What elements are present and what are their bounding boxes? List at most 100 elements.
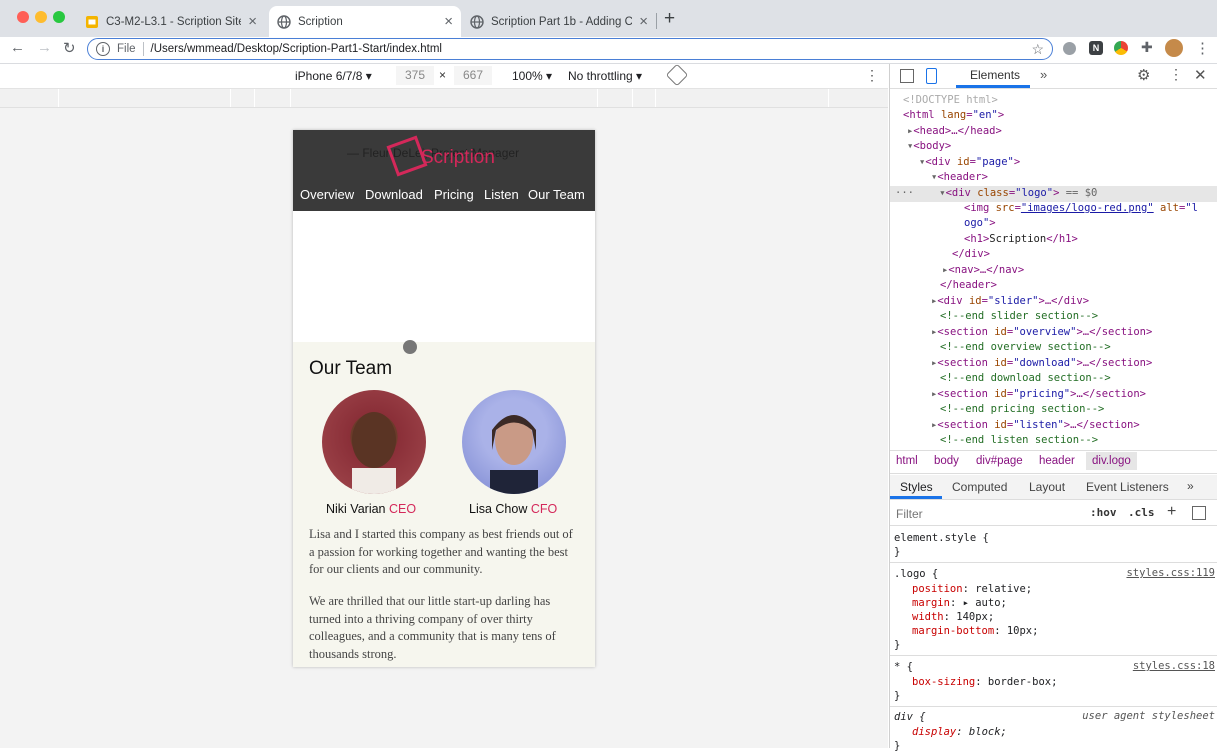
- breadcrumb-item-active[interactable]: div.logo: [1086, 452, 1137, 470]
- more-style-tabs-icon[interactable]: »: [1187, 479, 1194, 493]
- dom-node-listen[interactable]: ▸<section id="listen">…</section>: [890, 418, 1217, 434]
- forward-icon[interactable]: →: [37, 39, 52, 56]
- width-input[interactable]: 375: [396, 66, 434, 85]
- css-declaration[interactable]: margin-bottom: 10px;: [912, 624, 1038, 638]
- extension-grey-icon[interactable]: [1063, 42, 1076, 55]
- close-devtools-icon[interactable]: ✕: [1194, 66, 1207, 84]
- breadcrumb-item[interactable]: header: [1039, 455, 1075, 467]
- new-style-rule-icon[interactable]: +: [1167, 503, 1176, 521]
- member-name: Niki Varian: [326, 502, 386, 516]
- color-extension-icon[interactable]: [1114, 41, 1128, 55]
- device-toggle-icon[interactable]: [926, 68, 937, 84]
- dom-node-logo-selected[interactable]: ··· ▾<div class="logo"> == $0: [890, 186, 1217, 202]
- notion-extension-icon[interactable]: N: [1089, 41, 1103, 55]
- rotate-icon[interactable]: [665, 63, 689, 87]
- url-text[interactable]: /Users/wmmead/Desktop/Scription-Part1-St…: [151, 43, 442, 55]
- dom-node-nav[interactable]: ▸<nav>…</nav>: [890, 263, 1217, 279]
- dom-node-download[interactable]: ▸<section id="download">…</section>: [890, 356, 1217, 372]
- tab-styles[interactable]: Styles: [900, 480, 933, 494]
- css-declaration[interactable]: width: 140px;: [912, 610, 994, 624]
- address-bar[interactable]: i File /Users/wmmead/Desktop/Scription-P…: [87, 38, 1053, 60]
- rule-divider: [890, 706, 1217, 707]
- nav-our-team-link[interactable]: Our Team: [528, 187, 585, 202]
- dom-node-h1[interactable]: <h1>Scription</h1>: [890, 232, 1217, 248]
- profile-avatar[interactable]: [1165, 39, 1183, 57]
- back-icon[interactable]: ←: [10, 39, 25, 56]
- breadcrumb: html body div#page header div.logo: [890, 450, 1217, 474]
- close-tab-icon[interactable]: ×: [444, 14, 453, 29]
- zoom-select[interactable]: 100% ▾: [512, 69, 552, 83]
- media-query-ruler: [0, 89, 888, 108]
- tab-slides[interactable]: C3-M2-L3.1 - Scription Site - I ×: [77, 6, 265, 37]
- rule-selector[interactable]: * {: [894, 660, 913, 674]
- dom-node-pricing[interactable]: ▸<section id="pricing">…</section>: [890, 387, 1217, 403]
- device-select[interactable]: iPhone 6/7/8 ▾: [295, 69, 372, 83]
- active-tab-indicator: [956, 85, 1030, 88]
- breadcrumb-item[interactable]: body: [934, 455, 959, 467]
- zoom-window-button[interactable]: [53, 11, 65, 23]
- breadcrumb-item[interactable]: div#page: [976, 455, 1023, 467]
- times-sign: ×: [439, 68, 447, 82]
- rule-source-link[interactable]: styles.css:18: [1133, 660, 1215, 672]
- rule-close-brace: }: [894, 690, 901, 702]
- devtools-tabbar: Elements » ⚙ ⋮ ✕: [890, 64, 1217, 89]
- dom-node-page[interactable]: ▾<div id="page">: [890, 155, 1217, 171]
- chrome-menu-icon[interactable]: ⋮: [1195, 39, 1210, 57]
- hov-toggle[interactable]: :hov: [1090, 506, 1117, 519]
- globe-icon: [277, 14, 291, 29]
- dom-node-overview[interactable]: ▸<section id="overview">…</section>: [890, 325, 1217, 341]
- dom-node-head[interactable]: ▸<head>…</head>: [890, 124, 1217, 140]
- css-declaration[interactable]: margin: ▸ auto;: [912, 596, 1007, 610]
- minimize-window-button[interactable]: [35, 11, 47, 23]
- tab-elements[interactable]: Elements: [970, 68, 1020, 82]
- close-window-button[interactable]: [17, 11, 29, 23]
- rule-selector[interactable]: div {: [894, 710, 926, 724]
- settings-gear-icon[interactable]: ⚙: [1137, 66, 1150, 84]
- dom-node-header[interactable]: ▾<header>: [890, 170, 1217, 186]
- extensions-puzzle-icon[interactable]: ✚: [1141, 39, 1153, 56]
- dom-node[interactable]: <html lang="en">: [890, 108, 1217, 124]
- nav-listen-link[interactable]: Listen: [484, 187, 519, 202]
- nav-overview-link[interactable]: Overview: [300, 187, 354, 202]
- close-tab-icon[interactable]: ×: [248, 14, 257, 29]
- team-paragraph: We are thrilled that our little start-up…: [309, 594, 556, 661]
- height-input[interactable]: 667: [454, 66, 492, 85]
- info-icon[interactable]: i: [96, 42, 110, 56]
- nav-pricing-link[interactable]: Pricing: [434, 187, 474, 202]
- dom-node-img-cont: ogo">: [964, 217, 996, 229]
- dom-node[interactable]: <!DOCTYPE html>: [890, 93, 1217, 109]
- reload-icon[interactable]: ↻: [63, 39, 76, 57]
- member-role: CEO: [389, 502, 417, 516]
- devtools-menu-icon[interactable]: ⋮: [1169, 66, 1183, 83]
- css-declaration[interactable]: position: relative;: [912, 582, 1032, 596]
- google-slides-icon: [85, 15, 99, 29]
- device-more-icon[interactable]: ⋮: [865, 67, 879, 84]
- rule-close-brace: }: [894, 740, 901, 752]
- inspect-element-icon[interactable]: [900, 69, 914, 83]
- more-tabs-icon[interactable]: »: [1040, 67, 1047, 82]
- css-declaration[interactable]: box-sizing: border-box;: [912, 675, 1057, 689]
- star-icon[interactable]: ☆: [1031, 41, 1044, 58]
- toggle-sidebar-icon[interactable]: [1192, 506, 1206, 520]
- cls-toggle[interactable]: .cls: [1128, 506, 1155, 519]
- dom-node-slider[interactable]: ▸<div id="slider">…</div>: [890, 294, 1217, 310]
- rule-source-link[interactable]: styles.css:119: [1126, 567, 1215, 579]
- styles-filter-input[interactable]: [894, 505, 1084, 523]
- throttling-select[interactable]: No throttling ▾: [568, 69, 642, 83]
- devtools-panel: Elements » ⚙ ⋮ ✕ <!DOCTYPE html> <html l…: [889, 64, 1217, 752]
- dom-node-img[interactable]: <img src="images/logo-red.png" alt="l: [890, 201, 1217, 217]
- dom-comment: <!--end overview section-->: [940, 341, 1111, 353]
- nav-download-link[interactable]: Download: [365, 187, 423, 202]
- breadcrumb-item[interactable]: html: [896, 455, 918, 467]
- rule-selector[interactable]: element.style {: [894, 531, 989, 545]
- tab-event-listeners[interactable]: Event Listeners: [1086, 480, 1169, 494]
- tab-layout[interactable]: Layout: [1029, 480, 1065, 494]
- rule-selector[interactable]: .logo {: [894, 567, 938, 581]
- tab-computed[interactable]: Computed: [952, 480, 1007, 494]
- close-tab-icon[interactable]: ×: [639, 14, 648, 29]
- tab-scription[interactable]: Scription ×: [269, 6, 461, 37]
- tab-scription-part-1b[interactable]: Scription Part 1b - Adding CSS ×: [462, 6, 656, 37]
- rule-close-brace: }: [894, 639, 901, 651]
- new-tab-icon[interactable]: +: [664, 8, 675, 30]
- dom-node-body[interactable]: ▾<body>: [890, 139, 1217, 155]
